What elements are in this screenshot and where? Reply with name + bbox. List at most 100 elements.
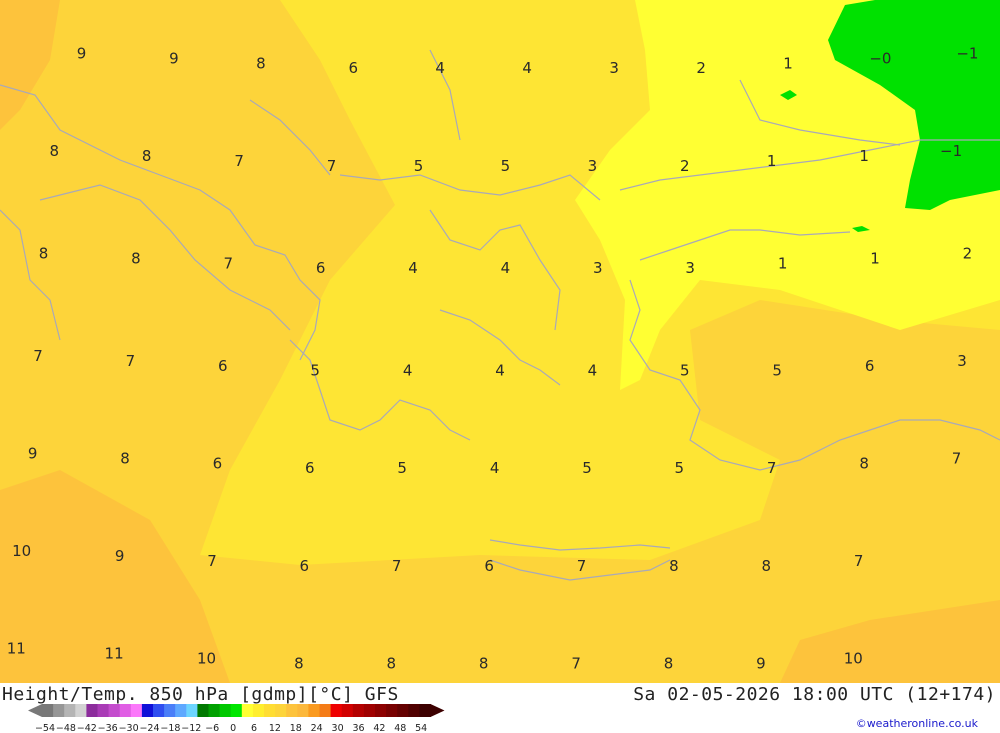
scale-swatch bbox=[164, 704, 176, 717]
field-value-label: 5 bbox=[680, 362, 690, 380]
field-value-label: 8 bbox=[120, 450, 130, 468]
scale-high-arrow bbox=[430, 704, 445, 717]
field-value-label: 1 bbox=[783, 54, 793, 72]
field-value-label: 9 bbox=[115, 547, 125, 565]
field-value-label: 8 bbox=[669, 557, 679, 575]
field-value-label: 2 bbox=[963, 245, 973, 263]
scale-tick-label: 24 bbox=[311, 723, 323, 733]
scale-swatch bbox=[375, 704, 387, 717]
scale-tick-label: −30 bbox=[119, 723, 139, 733]
field-value-label: 4 bbox=[495, 362, 505, 380]
scale-low-arrow bbox=[28, 704, 42, 717]
scale-swatch bbox=[386, 704, 398, 717]
scale-swatch bbox=[186, 704, 198, 717]
field-value-label: 6 bbox=[213, 454, 223, 472]
scale-swatch bbox=[252, 704, 265, 717]
scale-swatch bbox=[208, 704, 220, 717]
field-value-label: −0 bbox=[869, 49, 891, 67]
field-value-label: 6 bbox=[218, 357, 228, 375]
field-value-label: 2 bbox=[680, 157, 690, 175]
scale-tick-label: 54 bbox=[415, 723, 427, 733]
map-canvas: 9 9 8 6 4 4 3 2 1 −0 −18 8 7 7 5 5 3 2 1 1 −18 8 7 6 4 4 3 3 1 1 27 7 6 5… bbox=[0, 0, 1000, 683]
scale-swatch bbox=[141, 704, 154, 717]
scale-swatch bbox=[108, 704, 121, 717]
field-value-label: 10 bbox=[844, 650, 863, 668]
scale-tick-label: 0 bbox=[230, 723, 236, 733]
field-value-label: 11 bbox=[105, 645, 124, 663]
field-value-label: 8 bbox=[39, 245, 49, 263]
field-value-label: 4 bbox=[435, 59, 445, 77]
field-value-label: 7 bbox=[207, 552, 217, 570]
field-value-label: 4 bbox=[403, 362, 413, 380]
scale-tick-label: 12 bbox=[269, 723, 281, 733]
scale-tick-label: 42 bbox=[373, 723, 385, 733]
field-value-label: 3 bbox=[609, 59, 619, 77]
field-value-label: 8 bbox=[50, 142, 60, 160]
scale-swatch bbox=[297, 704, 309, 717]
credit-link[interactable]: ©weatheronline.co.uk bbox=[856, 717, 978, 730]
scale-swatch bbox=[275, 704, 287, 717]
field-value-label: 4 bbox=[522, 59, 532, 77]
field-value-label: 7 bbox=[234, 152, 244, 170]
scale-tick-label: −42 bbox=[77, 723, 97, 733]
field-value-label: 7 bbox=[327, 157, 337, 175]
scale-swatch bbox=[341, 704, 354, 717]
scale-swatch bbox=[119, 704, 132, 717]
field-value-label: 6 bbox=[305, 459, 315, 477]
field-value-label: 2 bbox=[696, 59, 706, 77]
field-value-label: 8 bbox=[762, 557, 772, 575]
field-value-label: 6 bbox=[316, 259, 326, 277]
scale-swatch bbox=[130, 704, 143, 717]
field-value-label: 6 bbox=[484, 557, 494, 575]
field-value-label: 9 bbox=[169, 49, 179, 67]
scale-tick-label: −6 bbox=[205, 723, 219, 733]
field-value-label: 8 bbox=[294, 654, 304, 672]
field-value-label: 10 bbox=[197, 650, 216, 668]
field-value-label: 9 bbox=[77, 45, 87, 63]
scale-tick-label: 6 bbox=[251, 723, 257, 733]
field-value-label: 4 bbox=[588, 362, 598, 380]
field-value-label: 8 bbox=[142, 147, 152, 165]
scale-swatch bbox=[64, 704, 76, 717]
scale-swatch bbox=[308, 704, 320, 717]
field-value-label: −1 bbox=[956, 45, 978, 63]
field-value-label: 5 bbox=[582, 459, 592, 477]
scale-tick-label: −54 bbox=[35, 723, 55, 733]
field-value-label: 3 bbox=[957, 352, 967, 370]
field-value-label: 5 bbox=[310, 362, 320, 380]
scale-swatch bbox=[230, 704, 243, 717]
scale-swatch bbox=[408, 704, 420, 717]
field-value-label: 5 bbox=[397, 459, 407, 477]
scale-tick-label: 48 bbox=[394, 723, 406, 733]
scale-swatch bbox=[153, 704, 165, 717]
field-value-label: 7 bbox=[952, 450, 962, 468]
field-value-label: 5 bbox=[501, 157, 511, 175]
scale-swatch bbox=[286, 704, 298, 717]
field-value-label: 8 bbox=[479, 654, 489, 672]
valid-time: Sa 02-05-2026 18:00 UTC (12+174) bbox=[633, 684, 996, 705]
field-value-label: 9 bbox=[28, 445, 38, 463]
field-value-label: 1 bbox=[767, 152, 777, 170]
color-scale-swatches bbox=[28, 704, 445, 717]
scale-swatch bbox=[419, 704, 431, 717]
field-value-label: −1 bbox=[940, 142, 962, 160]
scale-swatch bbox=[319, 704, 331, 717]
scale-swatch bbox=[197, 704, 209, 717]
field-value-label: 6 bbox=[349, 59, 359, 77]
scale-swatch bbox=[75, 704, 87, 717]
field-value-label: 7 bbox=[392, 557, 402, 575]
field-value-label: 7 bbox=[854, 552, 864, 570]
field-value-label: 7 bbox=[767, 459, 777, 477]
scale-tick-label: −18 bbox=[160, 723, 180, 733]
scale-swatch bbox=[363, 704, 376, 717]
field-value-label: 7 bbox=[224, 254, 234, 272]
field-value-label: 8 bbox=[256, 54, 266, 72]
weather-map: 9 9 8 6 4 4 3 2 1 −0 −1 8 8 7 7 5 5 3 2 1 1 −1 8 8 7 6 4 4 3 3 1 1 2 7 7 6 5… bbox=[0, 0, 1000, 683]
color-scale-ticks: −54 −48 −42 −36 −30 −24 −18 −12 −6 0 6 12 18 24 30 36 42… bbox=[35, 723, 427, 733]
scale-swatch bbox=[352, 704, 365, 717]
field-value-label: 7 bbox=[126, 352, 136, 370]
scale-tick-label: 30 bbox=[332, 723, 344, 733]
scale-swatch bbox=[42, 704, 54, 717]
field-value-label: 1 bbox=[870, 249, 880, 267]
scale-swatch bbox=[53, 704, 65, 717]
